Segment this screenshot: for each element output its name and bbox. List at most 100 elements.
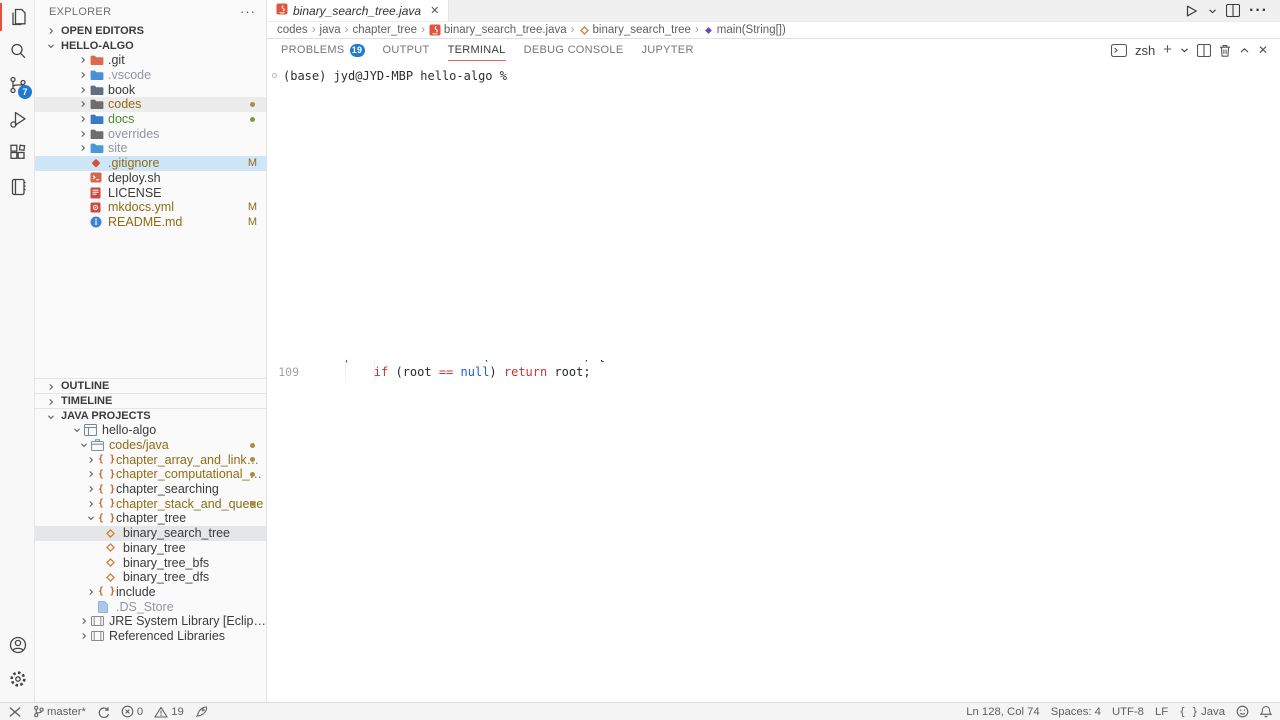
breadcrumb-binary-search-tree[interactable]: binary_search_tree xyxy=(579,24,691,36)
status-lf[interactable]: LF xyxy=(1155,706,1168,718)
activity-bar-top: 7 xyxy=(0,0,34,204)
tree-item-include[interactable]: { }include xyxy=(35,585,266,600)
chevron-up-icon[interactable] xyxy=(1239,46,1250,55)
panel-tab-debug-console[interactable]: DEBUG CONSOLE xyxy=(524,39,624,61)
section-root-folder[interactable]: HELLO-ALGO xyxy=(35,38,266,53)
activity-extensions-icon[interactable] xyxy=(0,136,35,170)
git-status-dot xyxy=(250,472,255,477)
terminal[interactable]: (base) jyd@JYD-MBP hello-algo % xyxy=(267,61,1280,83)
tree-item-hello-algo[interactable]: hello-algo xyxy=(35,423,266,438)
folder-icon xyxy=(90,113,108,125)
tree-item-chapter-stack-and-queue[interactable]: { }chapter_stack_and_queue xyxy=(35,496,266,511)
tree-item-binary-tree[interactable]: binary_tree xyxy=(35,541,266,556)
run-icon[interactable] xyxy=(1184,4,1199,18)
status-error[interactable]: 0 xyxy=(121,705,143,718)
activity-source-control-icon[interactable]: 7 xyxy=(0,68,35,102)
class-icon xyxy=(105,528,123,539)
tree-item-binary-search-tree[interactable]: binary_search_tree xyxy=(35,526,266,541)
folder-icon xyxy=(90,128,108,140)
activity-settings-icon[interactable] xyxy=(0,662,35,696)
activity-search-icon[interactable] xyxy=(0,34,35,68)
chevron-right-icon xyxy=(79,56,90,64)
status-ln-128-col-74[interactable]: Ln 128, Col 74 xyxy=(966,706,1040,718)
breadcrumb-chapter-tree[interactable]: chapter_tree xyxy=(352,24,417,36)
explorer-more-actions-icon[interactable]: ··· xyxy=(240,4,256,19)
tree-item-label: codes/java xyxy=(109,438,169,452)
shell-selector[interactable]: zsh xyxy=(1135,43,1155,58)
activity-run-debug-icon[interactable] xyxy=(0,102,35,136)
status-rocket[interactable] xyxy=(195,705,208,718)
tree-item-git[interactable]: .git xyxy=(35,53,266,68)
tree-item-binary-tree-bfs[interactable]: binary_tree_bfs xyxy=(35,555,266,570)
tree-item-overrides[interactable]: overrides xyxy=(35,126,266,141)
breadcrumb-binary-search-tree-java[interactable]: binary_search_tree.java xyxy=(429,24,567,36)
close-icon[interactable]: ✕ xyxy=(1258,43,1268,57)
panel-tab-jupyter[interactable]: JUPYTER xyxy=(641,39,693,61)
editor-tab-bar: binary_search_tree.java ✕ ··· xyxy=(267,0,1280,22)
activity-notebook-icon[interactable] xyxy=(0,170,35,204)
folder-icon xyxy=(90,69,108,81)
tree-item-gitignore[interactable]: .gitignoreM xyxy=(35,156,266,171)
tree-item-label: .git xyxy=(108,53,125,67)
tree-item-label: include xyxy=(116,585,156,599)
breadcrumb-separator: › xyxy=(421,24,425,36)
tree-item-readme-md[interactable]: README.mdM xyxy=(35,215,266,230)
section-open-editors[interactable]: OPEN EDITORS xyxy=(35,23,266,38)
chevron-down-icon[interactable] xyxy=(1208,7,1217,15)
tree-item-deploy-sh[interactable]: deploy.sh xyxy=(35,171,266,186)
section-java-projects[interactable]: JAVA PROJECTS xyxy=(35,408,266,423)
tree-item-license[interactable]: LICENSE xyxy=(35,185,266,200)
tree-item-jre-system-library-eclipse-temurin-17-17[interactable]: JRE System Library [Eclipse Temurin 17 [… xyxy=(35,614,266,629)
tree-item-ds-store[interactable]: .DS_Store xyxy=(35,599,266,614)
breadcrumb-java[interactable]: java xyxy=(320,24,341,36)
panel-tab-terminal[interactable]: TERMINAL xyxy=(448,39,506,61)
panel-tab-output[interactable]: OUTPUT xyxy=(383,39,430,61)
tree-item-site[interactable]: site xyxy=(35,141,266,156)
tree-item-referenced-libraries[interactable]: Referenced Libraries xyxy=(35,629,266,644)
chevron-right-icon xyxy=(79,144,90,152)
status-utf-8[interactable]: UTF-8 xyxy=(1112,706,1144,718)
chevron-right-icon xyxy=(79,130,90,138)
more-icon[interactable]: ··· xyxy=(1249,2,1268,20)
status-bell[interactable] xyxy=(1260,705,1272,718)
chevron-down-icon[interactable] xyxy=(1180,46,1189,54)
terminal-box-icon[interactable] xyxy=(1111,44,1127,57)
status-warning[interactable]: 19 xyxy=(154,706,184,718)
tree-item-chapter-searching[interactable]: { }chapter_searching xyxy=(35,482,266,497)
panel-tab-problems[interactable]: PROBLEMS19 xyxy=(281,39,365,61)
activity-account-icon[interactable] xyxy=(0,628,35,662)
tree-item-label: binary_search_tree xyxy=(123,526,230,540)
tree-item-label: deploy.sh xyxy=(108,171,161,185)
breadcrumb-codes[interactable]: codes xyxy=(277,24,308,36)
split-panel-icon[interactable] xyxy=(1197,44,1211,57)
status-feedback[interactable] xyxy=(1236,705,1249,718)
chevron-right-icon xyxy=(79,71,90,79)
breadcrumb-main-string[interactable]: main(String[]) xyxy=(703,24,786,36)
tree-item-chapter-array-and-linkedlist[interactable]: { }chapter_array_and_linkedlist xyxy=(35,452,266,467)
plus-icon[interactable]: + xyxy=(1163,45,1172,55)
section-outline[interactable]: OUTLINE xyxy=(35,378,266,393)
activity-files-icon[interactable] xyxy=(0,0,35,34)
chevron-right-icon xyxy=(87,485,98,493)
tree-item-vscode[interactable]: .vscode xyxy=(35,68,266,83)
status-branch[interactable]: master* xyxy=(33,705,86,718)
chevron-right-icon xyxy=(47,26,55,38)
tree-item-codes-java[interactable]: codes/java xyxy=(35,438,266,453)
tree-item-chapter-tree[interactable]: { }chapter_tree xyxy=(35,511,266,526)
tree-item-codes[interactable]: codes xyxy=(35,97,266,112)
split-icon[interactable] xyxy=(1226,4,1240,17)
tree-item-mkdocs-yml[interactable]: mkdocs.ymlM xyxy=(35,200,266,215)
tree-item-docs[interactable]: docs xyxy=(35,112,266,127)
trash-icon[interactable] xyxy=(1219,44,1231,57)
tab-binary-search-tree-java[interactable]: binary_search_tree.java ✕ xyxy=(267,0,449,21)
tree-item-book[interactable]: book xyxy=(35,82,266,97)
tree-item-chapter-computational-complexity[interactable]: { }chapter_computational_complexity xyxy=(35,467,266,482)
section-timeline[interactable]: TIMELINE xyxy=(35,393,266,408)
chevron-right-icon xyxy=(87,500,98,508)
status-remote[interactable] xyxy=(8,706,22,718)
status-sync[interactable] xyxy=(97,706,110,718)
status-spaces-4[interactable]: Spaces: 4 xyxy=(1051,706,1101,718)
tree-item-binary-tree-dfs[interactable]: binary_tree_dfs xyxy=(35,570,266,585)
status-braces[interactable]: { }Java xyxy=(1179,706,1225,718)
tab-close-icon[interactable]: ✕ xyxy=(430,4,439,17)
